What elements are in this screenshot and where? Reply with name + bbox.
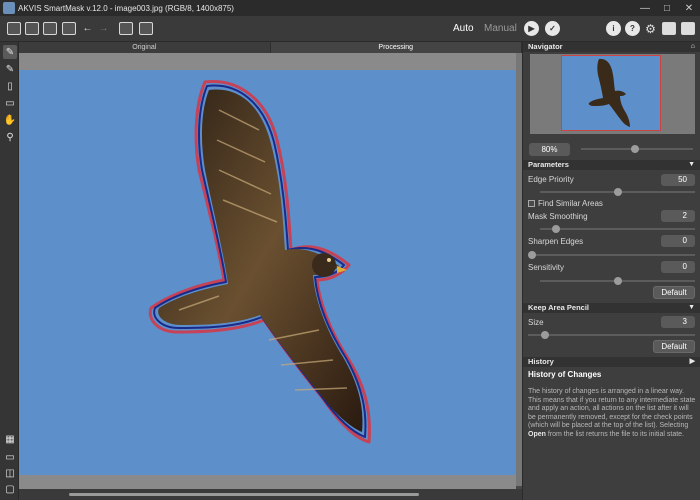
minimize-icon[interactable]: — (634, 0, 656, 16)
find-similar-label: Find Similar Areas (538, 199, 603, 208)
redo-icon[interactable]: → (96, 21, 111, 36)
history-open-keyword: Open (528, 430, 546, 438)
zoom-icon[interactable]: ⚲ (3, 130, 17, 144)
canvas-margin-bottom (19, 475, 516, 489)
window-title: AKVIS SmartMask v.12.0 - image003.jpg (R… (18, 3, 234, 13)
history-title: History (528, 357, 554, 366)
sharpen-edges-label: Sharpen Edges (528, 237, 584, 246)
open-mask-icon[interactable] (24, 21, 39, 36)
slider-knob[interactable] (540, 331, 549, 339)
sharpen-edges-slider[interactable] (528, 251, 695, 259)
scroll-thumb[interactable] (69, 493, 419, 496)
default-button[interactable]: Default (653, 340, 695, 353)
donate-icon[interactable] (661, 21, 676, 36)
history-description: The history of changes is arranged in a … (528, 388, 698, 439)
collapse-icon[interactable]: ⌂ (691, 42, 695, 52)
mask-smoothing-label: Mask Smoothing (528, 212, 588, 221)
close-icon[interactable]: ✕ (678, 0, 700, 16)
mode-manual[interactable]: Manual (484, 23, 517, 34)
navigator-header[interactable]: Navigator ⌂ (523, 42, 700, 52)
selection-brush-icon[interactable]: ✎ (3, 45, 17, 59)
main-toolbar: ← → Auto Manual ▶ ✓ i ? ⚙ (0, 16, 700, 42)
zoom-select[interactable]: 80% (529, 143, 570, 156)
background-icon[interactable] (138, 21, 153, 36)
hand-icon[interactable]: ✋ (3, 113, 17, 127)
parameters-header[interactable]: Parameters ▼ (523, 160, 700, 170)
news-icon[interactable] (680, 21, 695, 36)
gear-icon[interactable]: ⚙ (643, 21, 658, 36)
zoom-slider-knob[interactable] (631, 145, 639, 153)
default-button[interactable]: Default (653, 286, 695, 299)
find-similar-checkbox[interactable] (528, 200, 535, 207)
navigator-viewport[interactable] (561, 55, 661, 131)
navigator-title: Navigator (528, 42, 563, 51)
slider-knob[interactable] (551, 225, 560, 233)
collapse-icon[interactable]: ▼ (688, 160, 695, 170)
checker-background-icon[interactable]: ▦ (3, 432, 17, 446)
eraser-icon[interactable]: ▭ (3, 96, 17, 110)
history-heading: History of Changes (528, 370, 602, 379)
sensitivity-slider[interactable] (540, 277, 695, 285)
image-canvas[interactable] (19, 70, 516, 475)
title-bar: AKVIS SmartMask v.12.0 - image003.jpg (R… (0, 0, 700, 16)
save-mask-icon[interactable] (42, 21, 57, 36)
size-slider[interactable] (528, 331, 695, 339)
slider-knob[interactable] (613, 277, 622, 285)
maximize-icon[interactable]: □ (656, 0, 678, 16)
view-tabs: Original Processing (19, 42, 522, 53)
keep-area-title: Keep Area Pencil (528, 303, 589, 312)
histogram-icon[interactable] (118, 21, 133, 36)
horizontal-scrollbar[interactable] (19, 489, 522, 500)
mask-smoothing-slider[interactable] (540, 225, 695, 233)
mode-auto[interactable]: Auto (453, 23, 474, 34)
edge-priority-slider[interactable] (540, 188, 695, 196)
edge-priority-label: Edge Priority (528, 175, 574, 184)
single-view-icon[interactable]: ▢ (3, 482, 17, 496)
tools-panel: ✎ ✎ ▯ ▭ ✋ ⚲ ▦ ▭ ◫ ▢ (0, 42, 19, 500)
mask-view-icon[interactable]: ▭ (3, 450, 17, 464)
keep-area-header[interactable]: Keep Area Pencil ▼ (523, 303, 700, 313)
split-view-icon[interactable]: ◫ (3, 466, 17, 480)
image-workspace: Original Processing (19, 42, 522, 500)
parameters-title: Parameters (528, 160, 569, 169)
size-value[interactable]: 3 (661, 316, 695, 328)
size-label: Size (528, 318, 544, 327)
info-icon[interactable]: i (606, 21, 621, 36)
settings-image-icon[interactable] (61, 21, 76, 36)
history-text-part: The history of changes is arranged in a … (528, 388, 696, 429)
apply-icon[interactable]: ✓ (545, 21, 560, 36)
sensitivity-label: Sensitivity (528, 263, 565, 272)
tab-original[interactable]: Original (19, 42, 271, 53)
hawk-image (148, 80, 371, 444)
mask-smoothing-value[interactable]: 2 (661, 210, 695, 222)
expand-icon[interactable]: ▶ (690, 357, 695, 367)
zoom-slider[interactable] (581, 145, 693, 153)
open-image-icon[interactable] (6, 21, 21, 36)
keep-area-pencil-icon[interactable]: ✎ (3, 62, 17, 76)
app-icon (3, 2, 15, 14)
sharpen-edges-value[interactable]: 0 (661, 235, 695, 247)
edge-priority-value[interactable]: 50 (661, 174, 695, 186)
sensitivity-value[interactable]: 0 (661, 261, 695, 273)
settings-panel: Navigator ⌂ 80% Parameters ▼ Edge Priori… (522, 42, 700, 500)
navigator-thumbnail (561, 55, 661, 131)
slider-knob[interactable] (613, 188, 622, 196)
collapse-icon[interactable]: ▼ (688, 303, 695, 313)
bucket-icon[interactable]: ▯ (3, 79, 17, 93)
undo-icon[interactable]: ← (80, 21, 95, 36)
slider-knob[interactable] (528, 251, 536, 259)
run-icon[interactable]: ▶ (524, 21, 539, 36)
history-header[interactable]: History ▶ (523, 357, 700, 367)
navigator-preview[interactable] (530, 54, 695, 134)
history-text-part: from the list returns the file to its in… (545, 430, 685, 438)
tab-processing[interactable]: Processing (270, 42, 522, 53)
help-icon[interactable]: ? (625, 21, 640, 36)
canvas-margin-top (19, 53, 522, 70)
